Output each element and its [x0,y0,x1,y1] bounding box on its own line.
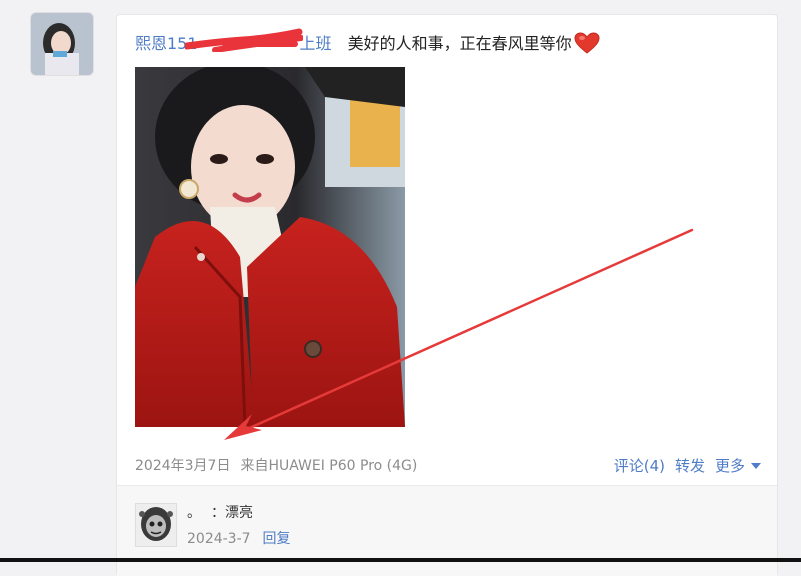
chevron-down-icon [751,463,761,469]
more-label: 更多 [714,457,745,475]
comment-meta: 2024-3-7 回复 [187,528,291,548]
post-source: 来自HUAWEI P60 Pro (4G) [240,458,418,474]
post-actions: 评论(4) 转发 更多 [604,455,761,476]
status-text: 美好的人和事，正在春风里等你 [347,34,572,53]
repost-button[interactable]: 转发 [675,457,705,475]
post-photo[interactable] [135,67,405,427]
comment-date: 2024-3-7 [187,531,251,547]
user-avatar[interactable] [30,12,94,76]
comment-item: 。 ：漂亮 2024-3-7 回复 [117,486,777,576]
post-header: 熙恩151 上班 美好的人和事，正在春风里等你 [135,28,600,58]
post-date[interactable]: 2024年3月7日 [135,458,230,474]
comment-text: ：漂亮 [211,505,253,521]
bottom-edge [0,558,801,562]
heart-icon [574,32,600,58]
more-button[interactable]: 更多 [715,457,761,475]
page-top-strip [0,0,801,4]
post-meta: 2024年3月7日 来自HUAWEI P60 Pro (4G) [135,455,417,475]
post-card: 熙恩151 上班 美好的人和事，正在春风里等你 2024年3月7日 来自HUAW… [116,14,778,576]
author-name-suffix[interactable]: 上班 [300,34,332,53]
commenter-name[interactable]: 。 [187,505,201,521]
reply-button[interactable]: 回复 [263,531,291,547]
commenter-avatar[interactable] [135,503,177,547]
redaction-scribble [185,28,303,52]
comment-text-row: 。 ：漂亮 [187,502,253,522]
comments-button[interactable]: 评论(4) [614,457,665,475]
